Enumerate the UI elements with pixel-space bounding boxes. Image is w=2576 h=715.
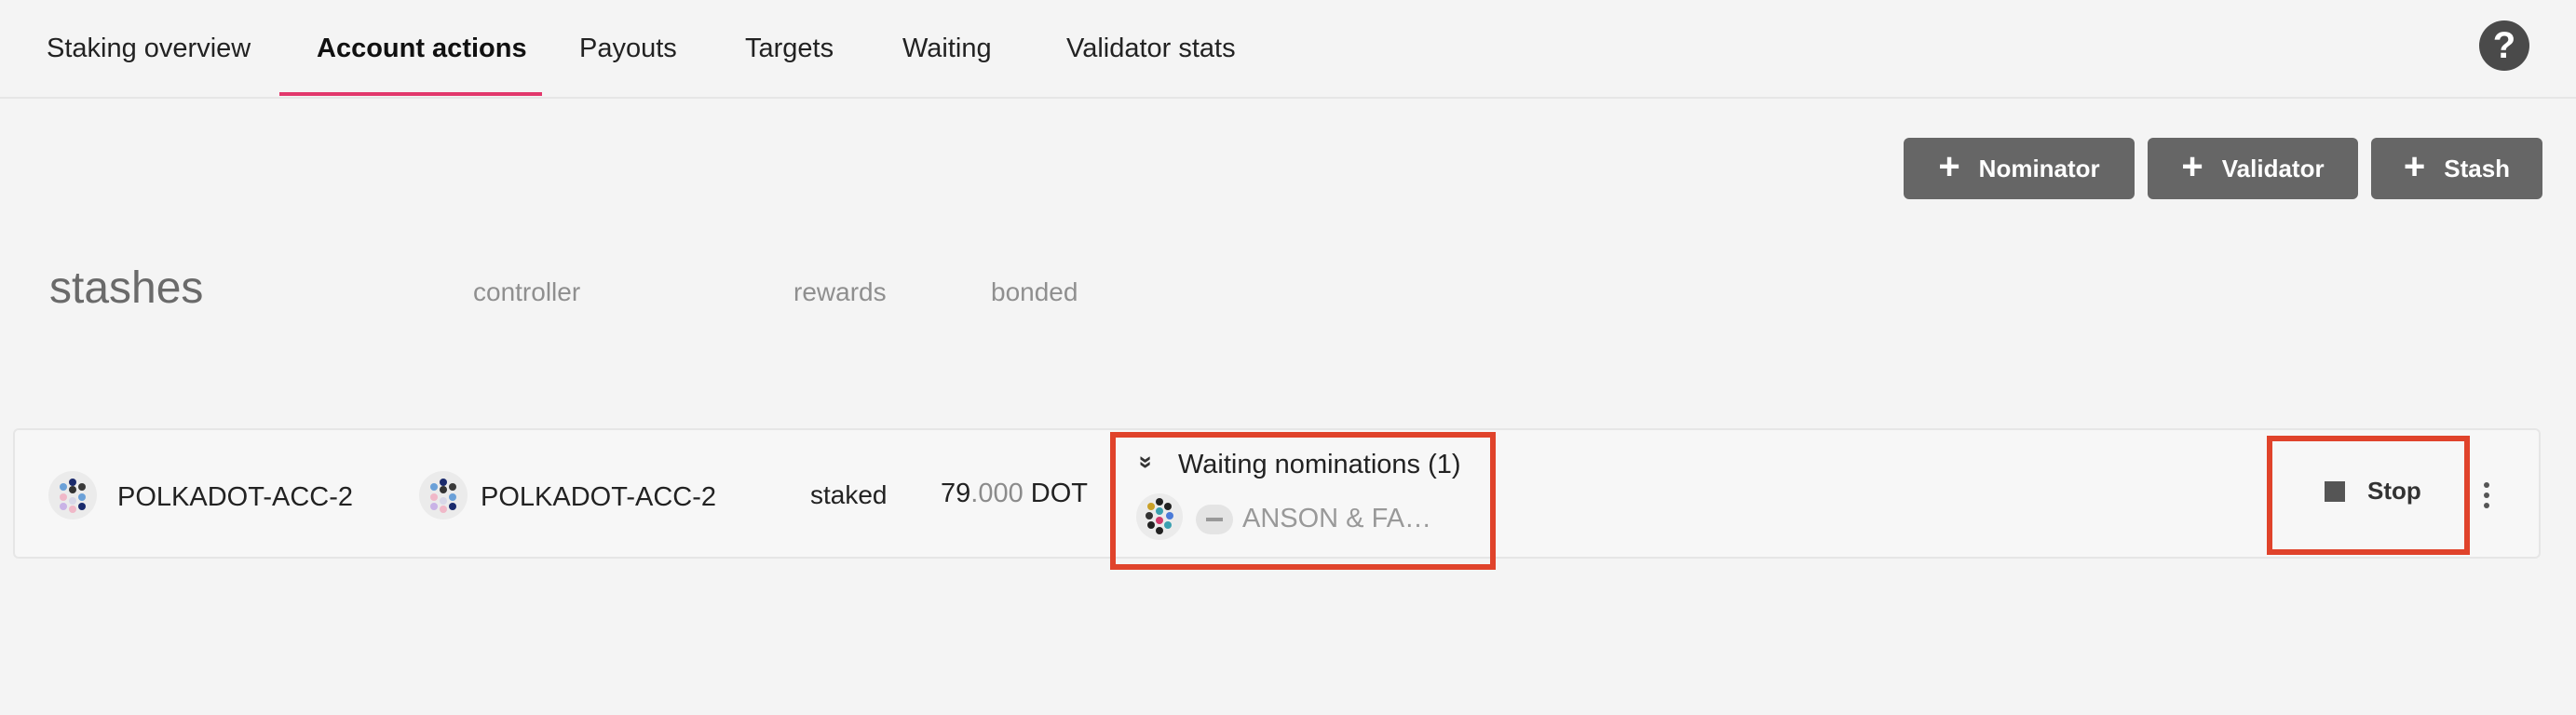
stop-button[interactable]: Stop xyxy=(2325,477,2421,506)
rewards-destination: staked xyxy=(810,480,888,509)
bonded-unit: DOT xyxy=(1030,479,1088,508)
column-header-bonded: bonded xyxy=(991,277,1078,306)
column-header-rewards: rewards xyxy=(793,277,887,306)
plus-icon: + xyxy=(2403,146,2426,187)
stop-label: Stop xyxy=(2367,477,2421,505)
stop-square-icon xyxy=(2325,480,2345,502)
active-tab-indicator xyxy=(279,92,542,96)
bonded-amount: 79.000 DOT xyxy=(941,479,1088,509)
plus-icon: + xyxy=(1938,146,1960,187)
stash-account-name[interactable]: POLKADOT-ACC-2 xyxy=(117,482,353,513)
tab-validator-stats[interactable]: Validator stats xyxy=(1066,34,1236,97)
bonded-integer: 79 xyxy=(941,479,971,508)
tab-targets[interactable]: Targets xyxy=(745,34,834,97)
tab-waiting[interactable]: Waiting xyxy=(902,34,992,97)
help-icon[interactable]: ? xyxy=(2479,20,2529,71)
more-options-icon[interactable] xyxy=(2477,480,2496,510)
tab-payouts[interactable]: Payouts xyxy=(579,34,677,97)
tab-account-actions[interactable]: Account actions xyxy=(317,34,527,97)
add-validator-button[interactable]: + Validator xyxy=(2148,138,2358,199)
add-stash-button[interactable]: + Stash xyxy=(2371,138,2542,199)
tab-bar: Staking overview Account actions Payouts… xyxy=(0,0,2576,99)
section-title-stashes: stashes xyxy=(49,263,204,313)
add-nominator-button[interactable]: + Nominator xyxy=(1904,138,2135,199)
tab-staking-overview[interactable]: Staking overview xyxy=(47,34,251,97)
add-stash-label: Stash xyxy=(2444,154,2511,182)
plus-icon: + xyxy=(2181,146,2203,187)
stash-identicon-icon[interactable] xyxy=(48,471,97,519)
bonded-decimal: .000 xyxy=(970,479,1024,508)
nominee-name[interactable]: ANSON & FA… xyxy=(1242,504,1431,534)
minus-icon xyxy=(1196,505,1233,534)
controller-identicon-icon[interactable] xyxy=(419,471,468,519)
controller-account-name[interactable]: POLKADOT-ACC-2 xyxy=(481,482,716,513)
expand-chevron-icon[interactable]: » xyxy=(1132,455,1161,468)
add-validator-label: Validator xyxy=(2221,154,2325,182)
nominee-identicon-icon[interactable] xyxy=(1136,493,1183,540)
add-nominator-label: Nominator xyxy=(1978,154,2100,182)
waiting-nominations-toggle[interactable]: Waiting nominations (1) xyxy=(1178,450,1461,480)
column-header-controller: controller xyxy=(473,277,581,306)
